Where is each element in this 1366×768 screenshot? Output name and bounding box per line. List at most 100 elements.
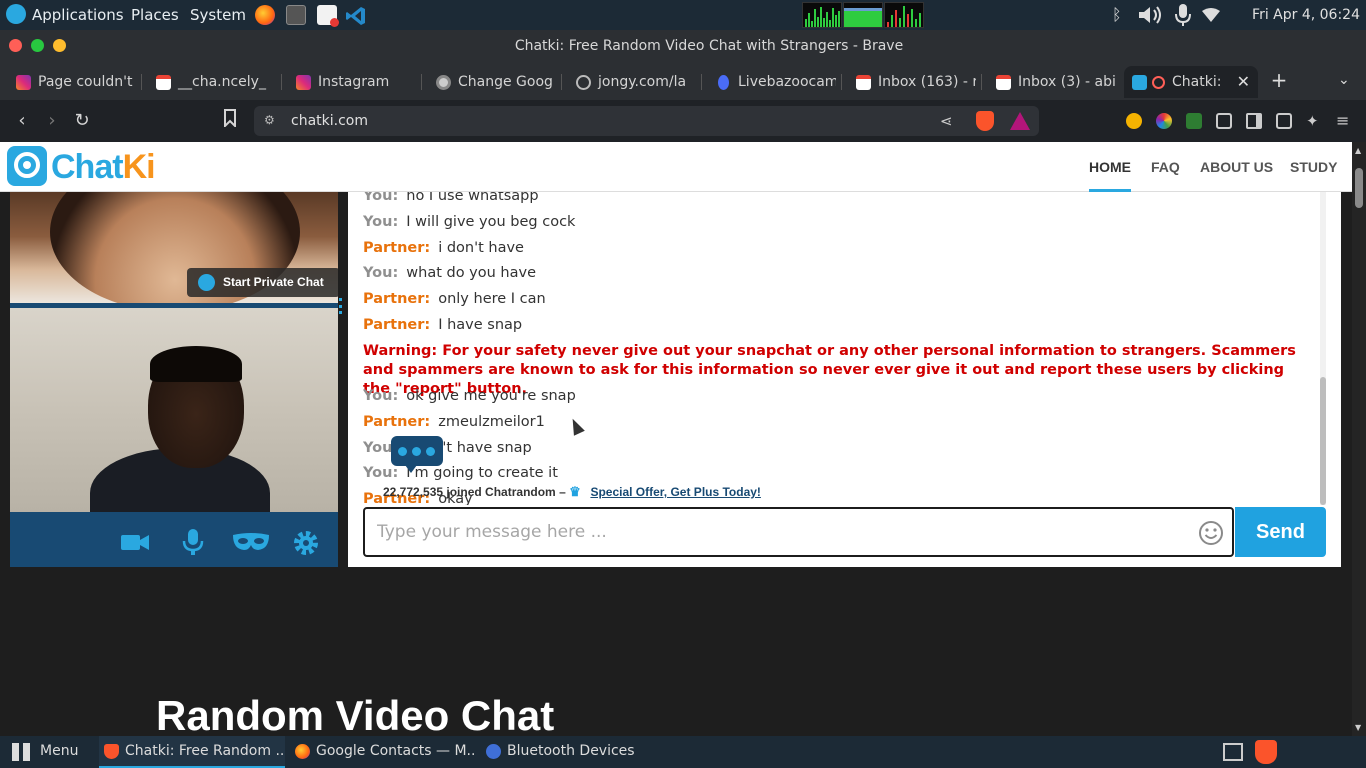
message-text: zmeulzmeilor1 [438,414,545,430]
brave-rewards-icon[interactable] [1010,112,1030,130]
terminal-launcher-icon[interactable] [286,5,306,25]
wallet-icon[interactable] [1276,113,1292,129]
microphone-tray-icon[interactable] [1172,3,1194,27]
memory-monitor-graph [843,2,883,28]
tab-list-chevron-icon[interactable]: ⌄ [1338,66,1358,94]
nav-study[interactable]: STUDY [1290,142,1337,192]
joined-count-text: 22,772,535 joined Chatrandom – [383,485,566,499]
mask-filter-icon[interactable] [232,529,270,555]
microphone-toggle-icon[interactable] [178,529,208,555]
nav-about-us[interactable]: ABOUT US [1200,142,1273,192]
instagram-icon [296,75,311,90]
hero-heading: Random Video Chat [156,692,555,736]
close-tab-icon[interactable]: ✕ [1237,66,1250,98]
leo-ai-icon[interactable]: ✦ [1306,113,1322,129]
tab-instagram[interactable]: Instagram [292,66,416,98]
share-icon[interactable]: ⋖ [940,112,953,130]
bookmark-icon[interactable] [218,109,242,133]
logo-accent-text: Ki [122,148,156,186]
browser-menu-icon[interactable]: ≡ [1336,113,1352,129]
taskbar-item-label: Google Contacts — M... [316,743,476,759]
system-top-panel: Applications Places System ᛒ Fri Apr 4, … [0,0,1366,30]
tab-page-couldnt[interactable]: Page couldn't [12,66,136,98]
back-button[interactable]: ‹ [10,109,34,133]
camera-toggle-icon[interactable] [120,529,150,555]
message-input-box [363,507,1234,557]
chat-scroll-thumb[interactable] [1320,377,1326,505]
tab-change-google[interactable]: Change Goog [432,66,556,98]
chat-scrollbar[interactable] [1320,192,1326,505]
clock[interactable]: Fri Apr 4, 06:24 [1252,0,1360,30]
firefox-icon [295,744,310,759]
nav-home[interactable]: HOME [1089,142,1131,192]
message-input[interactable] [377,517,1157,547]
system-menu[interactable]: System [190,0,246,30]
tab-label: Inbox (163) - r [878,74,976,90]
special-offer-link[interactable]: Special Offer, Get Plus Today! [590,485,761,499]
window-titlebar: Chatki: Free Random Video Chat with Stra… [0,30,1366,62]
new-tab-button[interactable]: + [1268,66,1290,94]
brave-shields-icon[interactable] [976,111,994,131]
site-info-icon[interactable]: ⚙ [264,113,280,129]
extension-plant-icon[interactable] [1186,113,1202,129]
lock-icon [198,274,215,291]
firefox-launcher-icon[interactable] [255,5,275,25]
send-button[interactable]: Send [1235,507,1326,557]
reload-button[interactable]: ↻ [70,109,94,133]
tab-inbox-3[interactable]: Inbox (3) - abi [992,66,1116,98]
extension-coin-icon[interactable] [1126,113,1142,129]
extension-color-icon[interactable] [1156,113,1172,129]
globe-icon [576,75,591,90]
tab-label: Instagram [318,74,390,90]
message-sender: You: [363,465,399,481]
text-editor-launcher-icon[interactable] [317,5,339,27]
message-text: what do you have [406,265,537,281]
taskbar-item-chatki[interactable]: Chatki: Free Random ... [99,736,285,768]
address-bar[interactable]: ⚙ chatki.com ⋖ [254,106,1039,136]
tab-gmail-chancely[interactable]: __cha.ncely_ [152,66,276,98]
tab-strip: Page couldn't __cha.ncely_ Instagram Cha… [0,62,1366,100]
brave-tray-icon[interactable] [1255,740,1277,764]
places-menu[interactable]: Places [131,0,179,30]
tab-divider [841,74,842,90]
chat-panel: You: no I use whatsapp You: I will give yo… [348,192,1341,567]
scroll-up-arrow-icon[interactable]: ▲ [1355,146,1361,155]
page-scroll-thumb[interactable] [1355,168,1363,208]
tab-livebazoocam[interactable]: Livebazoocam [712,66,836,98]
bluetooth-tray-icon[interactable]: ᛒ [1112,5,1126,25]
nav-faq[interactable]: FAQ [1151,142,1180,192]
applications-menu[interactable]: Applications [6,0,124,30]
video-resize-handle[interactable] [339,298,343,314]
forward-button[interactable]: › [40,109,64,133]
applications-label: Applications [32,6,124,24]
sidebar-toggle-icon[interactable] [1246,113,1262,129]
emoji-picker-icon[interactable] [1198,520,1224,546]
taskbar-item-bluetooth[interactable]: Bluetooth Devices [481,736,667,768]
url-text[interactable]: chatki.com [291,106,368,136]
start-menu-button[interactable]: Menu [6,736,78,768]
extensions-puzzle-icon[interactable] [1216,113,1232,129]
partner-video: Start Private Chat [10,192,338,303]
tab-jongy[interactable]: jongy.com/la [572,66,696,98]
message-text: no I use whatsapp [406,192,539,204]
page-scrollbar[interactable]: ▲ ▼ [1352,142,1366,736]
tab-inbox-163[interactable]: Inbox (163) - r [852,66,976,98]
volume-tray-icon[interactable] [1137,4,1165,26]
workspace-switcher-icon[interactable] [1223,743,1243,761]
vscode-launcher-icon[interactable] [345,5,365,25]
taskbar-item-google-contacts[interactable]: Google Contacts — M... [290,736,476,768]
tab-divider [281,74,282,90]
web-page: ChatKi HOME FAQ ABOUT US STUDY Start Pri… [0,142,1352,736]
bluetooth-icon [486,744,501,759]
chatki-logo-icon [7,146,47,186]
settings-gear-icon[interactable] [292,529,322,555]
message-text: only here I can [438,291,546,307]
chat-message: You: no I use whatsapp [363,192,539,204]
tab-chatki-active[interactable]: Chatki: ✕ [1124,66,1258,98]
message-text: I'm going to create it [406,465,558,481]
start-private-chat-button[interactable]: Start Private Chat [187,268,338,297]
chat-message: You: ok give me you're snap [363,388,576,404]
chrome-icon [436,75,451,90]
scroll-down-arrow-icon[interactable]: ▼ [1355,723,1361,732]
wifi-tray-icon[interactable] [1202,8,1220,22]
